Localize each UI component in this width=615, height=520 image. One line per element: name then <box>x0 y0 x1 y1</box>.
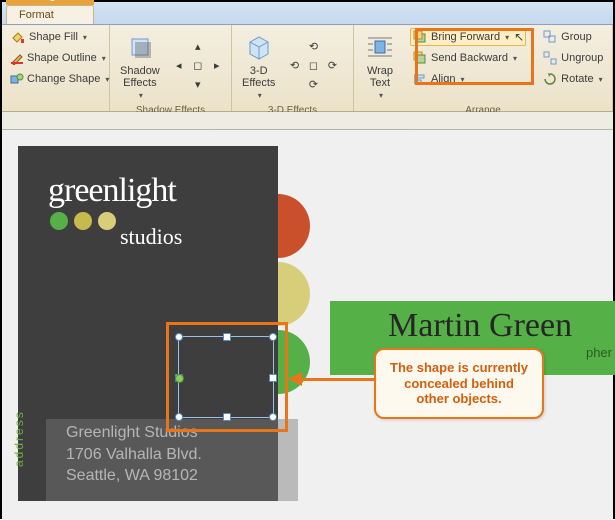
dot-icon <box>50 212 68 230</box>
shape-fill-button[interactable]: Shape Fill▾ <box>8 28 103 46</box>
nudge-shadow-up[interactable]: ▴ <box>189 38 207 56</box>
change-shape-button[interactable]: Change Shape▾ <box>8 70 103 88</box>
bring-forward-icon <box>412 29 428 45</box>
paint-bucket-icon <box>10 29 26 45</box>
wrap-text-button[interactable]: WrapText▾ <box>360 28 400 103</box>
rotate-icon <box>542 71 558 87</box>
cursor-icon: ↖ <box>514 30 524 44</box>
overlay-box <box>46 419 298 501</box>
annotation-callout: The shape is currently concealed behind … <box>374 348 544 419</box>
dot-icon <box>74 212 92 230</box>
address-label: address <box>12 410 26 467</box>
pencil-icon <box>10 50 24 66</box>
tilt-right[interactable]: ⟳ <box>323 57 341 75</box>
person-role: pher <box>586 345 612 360</box>
horizontal-ruler <box>2 112 613 130</box>
nudge-shadow-left[interactable]: ◂ <box>170 57 188 75</box>
3d-effects-button[interactable]: 3-DEffects▾ <box>238 28 279 103</box>
arrow-head-icon <box>288 372 302 386</box>
dot-icon <box>98 212 116 230</box>
group-icon <box>542 29 558 45</box>
shape-outline-button[interactable]: Shape Outline▾ <box>8 49 103 67</box>
ungroup-label: Ungroup <box>561 52 603 64</box>
shape-outline-label: Shape Outline <box>27 52 97 64</box>
nudge-shadow-right[interactable]: ▸ <box>208 57 226 75</box>
business-card: Martin Green pher greenlight studios add… <box>18 146 608 501</box>
bring-forward-button[interactable]: Bring Forward▾ ↖ <box>410 28 526 46</box>
change-shape-label: Change Shape <box>27 73 100 85</box>
bring-forward-label: Bring Forward <box>431 31 500 43</box>
wrap-text-label: WrapText <box>367 65 393 89</box>
brand-name: greenlight <box>48 172 278 210</box>
tilt-left[interactable]: ⟲ <box>285 57 303 75</box>
cube-icon <box>243 31 275 63</box>
nudge-shadow-down[interactable]: ▾ <box>189 76 207 94</box>
send-backward-label: Send Backward <box>431 52 508 64</box>
ribbon: Shape Fill▾ Shape Outline▾ Change Shape▾… <box>2 25 613 112</box>
tilt-down[interactable]: ⟳ <box>304 76 322 94</box>
3d-toggle[interactable]: ◻ <box>304 57 322 75</box>
align-button[interactable]: Align▾ <box>410 70 526 88</box>
selected-shape[interactable] <box>178 336 274 418</box>
3d-effects-label: 3-DEffects <box>242 65 275 89</box>
align-label: Align <box>431 73 455 85</box>
send-backward-icon <box>412 50 428 66</box>
document-canvas[interactable]: Martin Green pher greenlight studios add… <box>2 130 613 520</box>
callout-arrow <box>300 378 374 381</box>
change-shape-icon <box>10 71 24 87</box>
rotate-button[interactable]: Rotate▾ <box>540 70 605 88</box>
shadow-effects-button[interactable]: ShadowEffects▾ <box>116 28 164 103</box>
send-backward-button[interactable]: Send Backward▾ <box>410 49 526 67</box>
align-icon <box>412 71 428 87</box>
rotate-label: Rotate <box>561 73 593 85</box>
callout-text: The shape is currently concealed behind … <box>390 360 528 406</box>
brand-sub: studios <box>120 224 278 250</box>
ungroup-button[interactable]: Ungroup <box>540 49 605 67</box>
person-name: Martin Green <box>388 307 572 345</box>
shadow-effects-label: ShadowEffects <box>120 65 160 89</box>
tilt-up[interactable]: ⟲ <box>304 38 322 56</box>
ungroup-icon <box>542 50 558 66</box>
group-btn-label: Group <box>561 31 592 43</box>
shadow-icon <box>124 31 156 63</box>
wrap-text-icon <box>364 31 396 63</box>
tab-format[interactable]: Format <box>6 5 94 24</box>
shape-fill-label: Shape Fill <box>29 31 78 43</box>
group-button[interactable]: Group <box>540 28 605 46</box>
shadow-toggle[interactable]: ◻ <box>189 57 207 75</box>
